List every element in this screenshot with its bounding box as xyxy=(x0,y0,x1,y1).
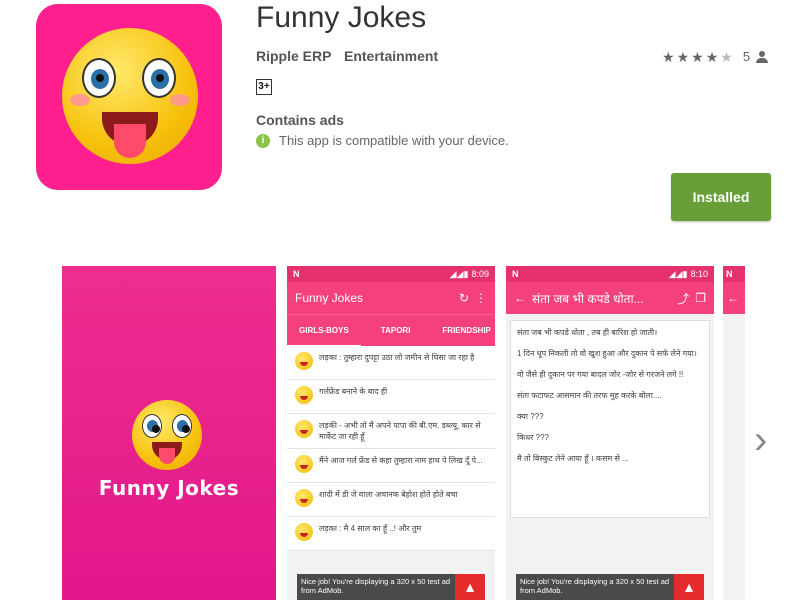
list-item: गर्लफ्रेंड बनाने के बाद ही xyxy=(287,380,495,414)
list-item: मैंने आज गर्ल फ्रेंड से कहा तुम्हारा नाम… xyxy=(287,449,495,483)
tab-tapori: TAPORI xyxy=(380,326,411,335)
app-icon xyxy=(36,4,222,190)
joke-line: किधर ??? xyxy=(517,433,549,442)
smiley-icon xyxy=(295,489,313,507)
toolbar-title: Funny Jokes xyxy=(295,291,364,305)
signal-icon: ◢◢▮ xyxy=(668,268,688,279)
joke-line: संता फटाफट आसमान की तरफ मुह करके बोला...… xyxy=(517,391,662,400)
star-icon: ★ xyxy=(662,48,675,65)
back-arrow-icon: ← xyxy=(514,291,526,305)
refresh-icon: ↻ xyxy=(458,291,469,305)
screenshot-splash[interactable]: Funny Jokes xyxy=(62,266,276,600)
smiley-face-icon xyxy=(62,28,198,164)
signal-icon: ◢◢▮ xyxy=(449,268,469,279)
toolbar-title: संता जब भी कपडे धोता... xyxy=(532,291,644,306)
admob-logo-icon: ▲ xyxy=(674,574,704,600)
joke-list: लड़का : तुम्हारा दुपट्टा उठा लो जमीन से … xyxy=(287,346,495,551)
toolbar: ← संता जब भी कपडे धोता... ⤴ ❐ xyxy=(506,282,714,314)
status-time: 8:10 xyxy=(690,269,708,279)
joke-line: मै तो बिस्कुट लेने आया हूँ । कसम से ... xyxy=(517,454,629,463)
star-empty-icon: ★ xyxy=(720,48,733,65)
rating-count: 5 xyxy=(742,49,751,64)
tab-bar: GIRLS-BOYS TAPORI FRIENDSHIP xyxy=(287,314,495,347)
smiley-icon xyxy=(295,386,313,404)
smiley-icon xyxy=(295,420,313,438)
star-icon: ★ xyxy=(691,48,704,65)
admob-logo-icon: ▲ xyxy=(455,574,485,600)
ad-text: Nice job! You're displaying a 320 x 50 t… xyxy=(520,577,670,595)
smiley-icon xyxy=(295,352,313,370)
splash-title: Funny Jokes xyxy=(98,476,240,500)
joke-line: संता जब भी कपडे धोता , तब ही बारिश हो जा… xyxy=(517,328,658,337)
overflow-menu-icon: ⋮ xyxy=(475,291,487,305)
smiley-icon xyxy=(295,455,313,473)
ad-banner: Nice job! You're displaying a 320 x 50 t… xyxy=(516,574,704,600)
list-item: शादी में डी जे वाला अचानक बेहोश होते होत… xyxy=(287,483,495,517)
info-check-icon: i xyxy=(256,133,270,148)
screenshot-list[interactable]: N ◢◢▮ 8:09 Funny Jokes ↻ ⋮ GIRLS-BOYS TAP… xyxy=(287,266,495,600)
star-icon: ★ xyxy=(676,48,690,65)
screenshot-partial[interactable]: N ← xyxy=(723,266,745,600)
toolbar: ← xyxy=(723,282,745,314)
person-icon xyxy=(756,50,769,63)
app-listing-page: Funny Jokes Ripple ERP Entertainment ★ ★… xyxy=(0,0,800,600)
toolbar: Funny Jokes ↻ ⋮ xyxy=(287,282,495,314)
status-time: 8:09 xyxy=(471,269,489,279)
share-icon: ⤴ xyxy=(677,291,690,306)
joke-line: 1 दिन धूप निकली तो वो खुश हुआ और दुकान प… xyxy=(517,349,697,358)
rating: ★ ★ ★ ★ ★ 5 xyxy=(662,48,769,65)
joke-line: क्या ??? xyxy=(517,412,544,421)
age-rating-badge: 3+ xyxy=(256,79,272,95)
joke-card: संता जब भी कपडे धोता , तब ही बारिश हो जा… xyxy=(510,320,710,518)
copy-icon: ❐ xyxy=(695,291,706,305)
installed-button[interactable]: Installed xyxy=(671,173,771,221)
status-bar: N ◢◢▮ 8:09 xyxy=(287,266,495,282)
tab-friendship: FRIENDSHIP xyxy=(442,326,491,335)
list-item: लड़का : मै 4 साल का हूँ ..! और तुम xyxy=(287,517,495,551)
app-title: Funny Jokes xyxy=(256,1,427,34)
tab-girls-boys: GIRLS-BOYS xyxy=(287,315,361,347)
star-icon: ★ xyxy=(705,48,719,65)
list-item: लड़का : तुम्हारा दुपट्टा उठा लो जमीन से … xyxy=(287,346,495,380)
ad-text: Nice job! You're displaying a 320 x 50 t… xyxy=(301,577,451,595)
developer-link[interactable]: Ripple ERP xyxy=(256,48,331,64)
compatibility-notice: i This app is compatible with your devic… xyxy=(256,133,509,148)
next-screenshot-chevron-icon[interactable]: › xyxy=(754,420,767,460)
status-bar: N ◢◢▮ 8:10 xyxy=(506,266,714,282)
joke-line: वो जैसे ही दुकान पर गया बादल जोर -जोर से… xyxy=(517,370,684,379)
compatibility-text: This app is compatible with your device. xyxy=(279,133,509,148)
screenshot-detail[interactable]: N ◢◢▮ 8:10 ← संता जब भी कपडे धोता... ⤴ ❐ … xyxy=(506,266,714,600)
ad-banner: Nice job! You're displaying a 320 x 50 t… xyxy=(297,574,485,600)
status-bar: N xyxy=(723,266,745,282)
category-link[interactable]: Entertainment xyxy=(344,48,438,64)
smiley-icon xyxy=(295,523,313,541)
list-item: लड़की - अभी तो मैं अपने पापा की बी.एम. ड… xyxy=(287,414,495,449)
back-arrow-icon: ← xyxy=(727,291,739,305)
smiley-face-icon xyxy=(132,400,202,470)
contains-ads-label: Contains ads xyxy=(256,112,344,128)
